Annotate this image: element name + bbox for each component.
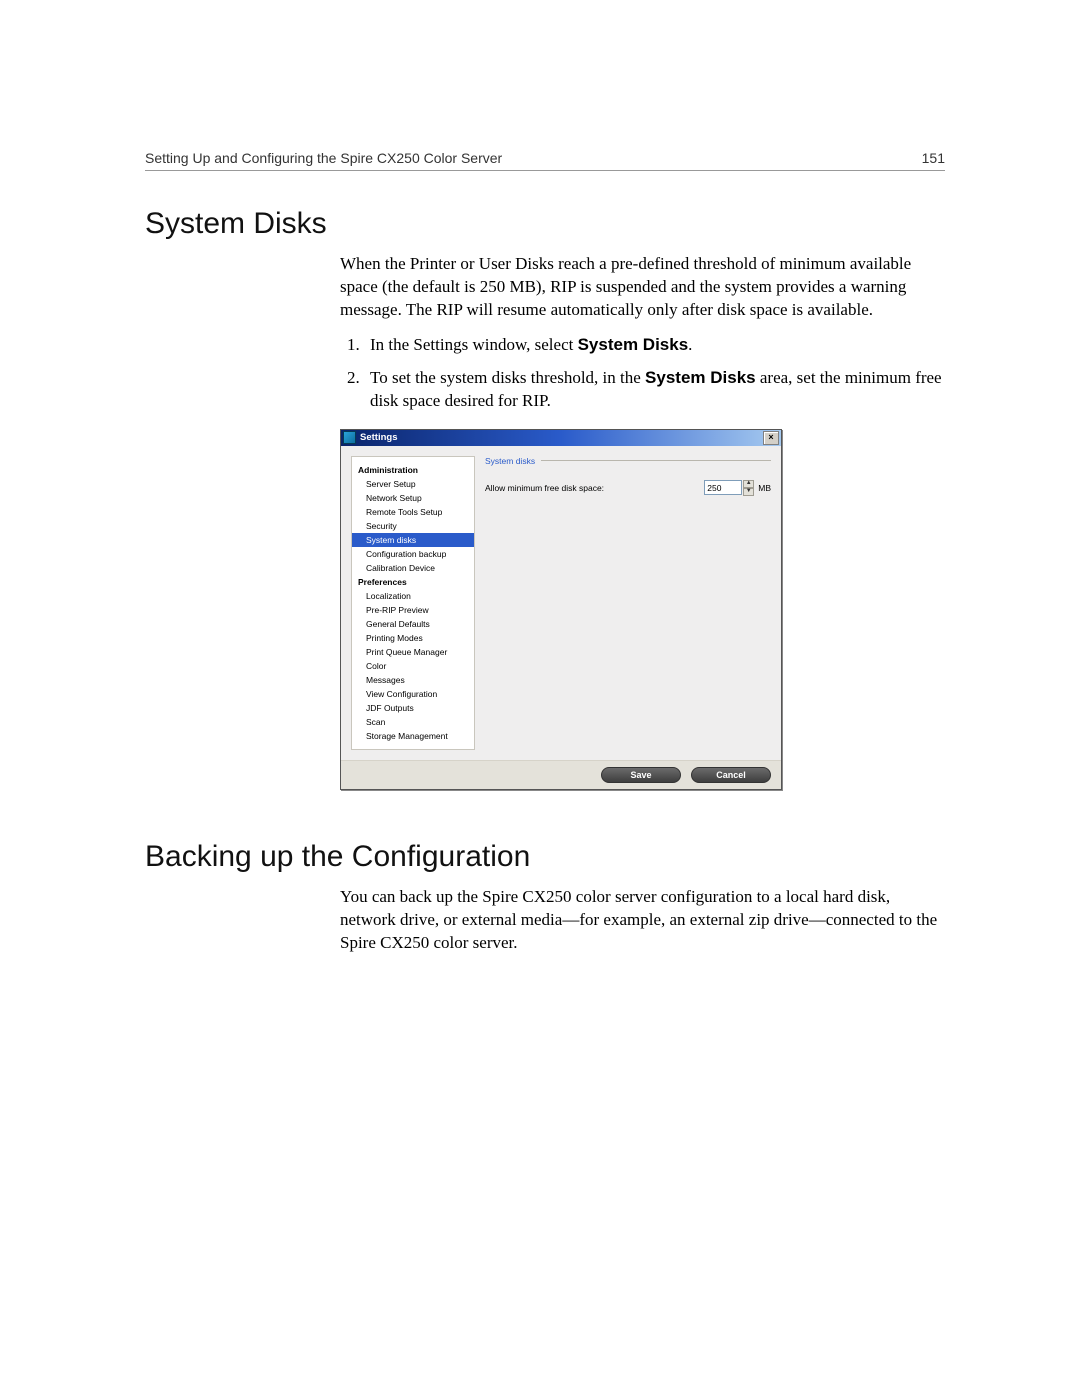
tree-group-administration: Administration <box>352 463 474 477</box>
min-free-space-label: Allow minimum free disk space: <box>485 483 704 493</box>
tree-item[interactable]: Calibration Device <box>352 561 474 575</box>
tree-item[interactable]: Messages <box>352 673 474 687</box>
tree-item[interactable]: Pre-RIP Preview <box>352 603 474 617</box>
tree-item[interactable]: Color <box>352 659 474 673</box>
system-disks-steps: In the Settings window, select System Di… <box>340 334 945 413</box>
spinner-up-icon[interactable]: ▲ <box>743 480 754 488</box>
settings-panel: System disks Allow minimum free disk spa… <box>485 456 771 750</box>
heading-backup-config: Backing up the Configuration <box>145 840 945 874</box>
step-2: To set the system disks threshold, in th… <box>364 367 945 413</box>
dialog-title: Settings <box>360 432 397 443</box>
tree-item[interactable]: Network Setup <box>352 491 474 505</box>
tree-item[interactable]: Remote Tools Setup <box>352 505 474 519</box>
cancel-button[interactable]: Cancel <box>691 767 771 783</box>
close-icon[interactable]: × <box>763 431 779 445</box>
tree-item[interactable]: Storage Management <box>352 729 474 743</box>
page-number: 151 <box>922 150 945 166</box>
unit-label: MB <box>758 483 771 493</box>
tree-item-selected[interactable]: System disks <box>352 533 474 547</box>
panel-legend: System disks <box>485 456 535 466</box>
settings-dialog: Settings × Administration Server Setup N… <box>340 429 782 790</box>
save-button[interactable]: Save <box>601 767 681 783</box>
dialog-titlebar: Settings × <box>341 430 781 446</box>
dialog-footer: Save Cancel <box>341 760 781 789</box>
tree-item[interactable]: JDF Outputs <box>352 701 474 715</box>
spinner-down-icon[interactable]: ▼ <box>743 488 754 496</box>
tree-item[interactable]: Scan <box>352 715 474 729</box>
tree-item[interactable]: Print Queue Manager <box>352 645 474 659</box>
spinner[interactable]: ▲ ▼ <box>743 480 754 496</box>
tree-item[interactable]: Server Setup <box>352 477 474 491</box>
min-free-space-input[interactable] <box>704 480 742 495</box>
running-title: Setting Up and Configuring the Spire CX2… <box>145 150 502 166</box>
tree-item[interactable]: Security <box>352 519 474 533</box>
tree-item[interactable]: View Configuration <box>352 687 474 701</box>
heading-system-disks: System Disks <box>145 207 945 241</box>
system-disks-intro: When the Printer or User Disks reach a p… <box>340 253 945 322</box>
running-header: Setting Up and Configuring the Spire CX2… <box>145 150 945 171</box>
tree-item[interactable]: General Defaults <box>352 617 474 631</box>
tree-item[interactable]: Localization <box>352 589 474 603</box>
tree-item[interactable]: Configuration backup <box>352 547 474 561</box>
tree-group-preferences: Preferences <box>352 575 474 589</box>
tree-item[interactable]: Printing Modes <box>352 631 474 645</box>
app-icon <box>343 431 356 444</box>
settings-tree[interactable]: Administration Server Setup Network Setu… <box>351 456 475 750</box>
step-1: In the Settings window, select System Di… <box>364 334 945 357</box>
backup-config-intro: You can back up the Spire CX250 color se… <box>340 886 945 955</box>
